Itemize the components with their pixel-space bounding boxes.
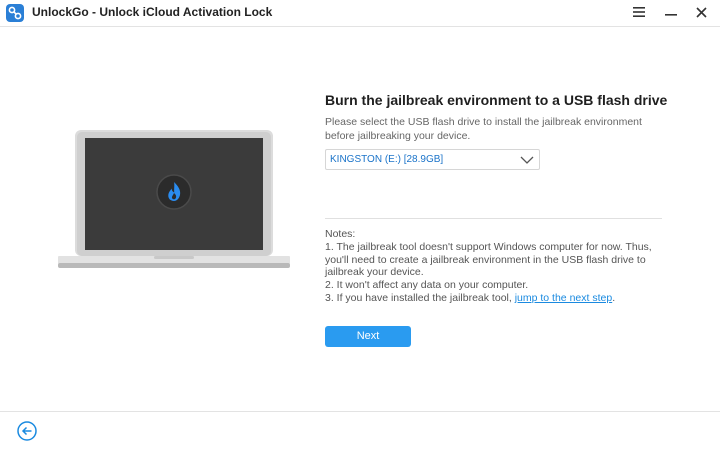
note-line-prefix: 3. If you have installed the jailbreak t… [325, 291, 515, 304]
window-title: UnlockGo - Unlock iCloud Activation Lock [32, 5, 273, 19]
note-line: jailbreak your device. [325, 266, 424, 279]
chevron-down-icon [520, 153, 534, 165]
title-bar: UnlockGo - Unlock iCloud Activation Lock [0, 0, 720, 26]
note-line: 2. It won't affect any data on your comp… [325, 279, 529, 292]
close-button[interactable] [690, 2, 712, 22]
selected-drive-value: KINGSTON (E:) [28.9GB] [330, 154, 444, 165]
footer-divider [0, 411, 720, 412]
notes-section: Notes: 1. The jailbreak tool doesn't sup… [325, 228, 675, 305]
note-line: 1. The jailbreak tool doesn't support Wi… [325, 240, 652, 253]
usb-drive-select[interactable]: KINGSTON (E:) [28.9GB] [325, 149, 540, 170]
notes-divider [325, 218, 662, 219]
back-button[interactable] [17, 421, 37, 441]
app-window: UnlockGo - Unlock iCloud Activation Lock [0, 0, 720, 450]
hamburger-menu-icon [633, 7, 645, 17]
flame-logo-icon [155, 173, 193, 211]
menu-button[interactable] [628, 2, 650, 22]
next-button[interactable]: Next [325, 326, 411, 347]
close-icon [695, 6, 707, 18]
page-description: Please select the USB flash drive to ins… [325, 116, 642, 142]
notes-title: Notes: [325, 228, 356, 240]
title-divider [0, 26, 720, 27]
jump-next-step-link[interactable]: jump to the next step [515, 292, 612, 304]
note-line: you'll need to create a jailbreak enviro… [325, 253, 646, 266]
minimize-icon [665, 14, 677, 16]
laptop-illustration [58, 130, 290, 270]
back-arrow-icon [17, 421, 37, 441]
page-heading: Burn the jailbreak environment to a USB … [325, 92, 668, 108]
unlockgo-logo-icon [6, 4, 24, 22]
note-line-with-link: 3. If you have installed the jailbreak t… [325, 292, 675, 305]
minimize-button[interactable] [660, 2, 682, 22]
note-line-suffix: . [612, 291, 616, 304]
